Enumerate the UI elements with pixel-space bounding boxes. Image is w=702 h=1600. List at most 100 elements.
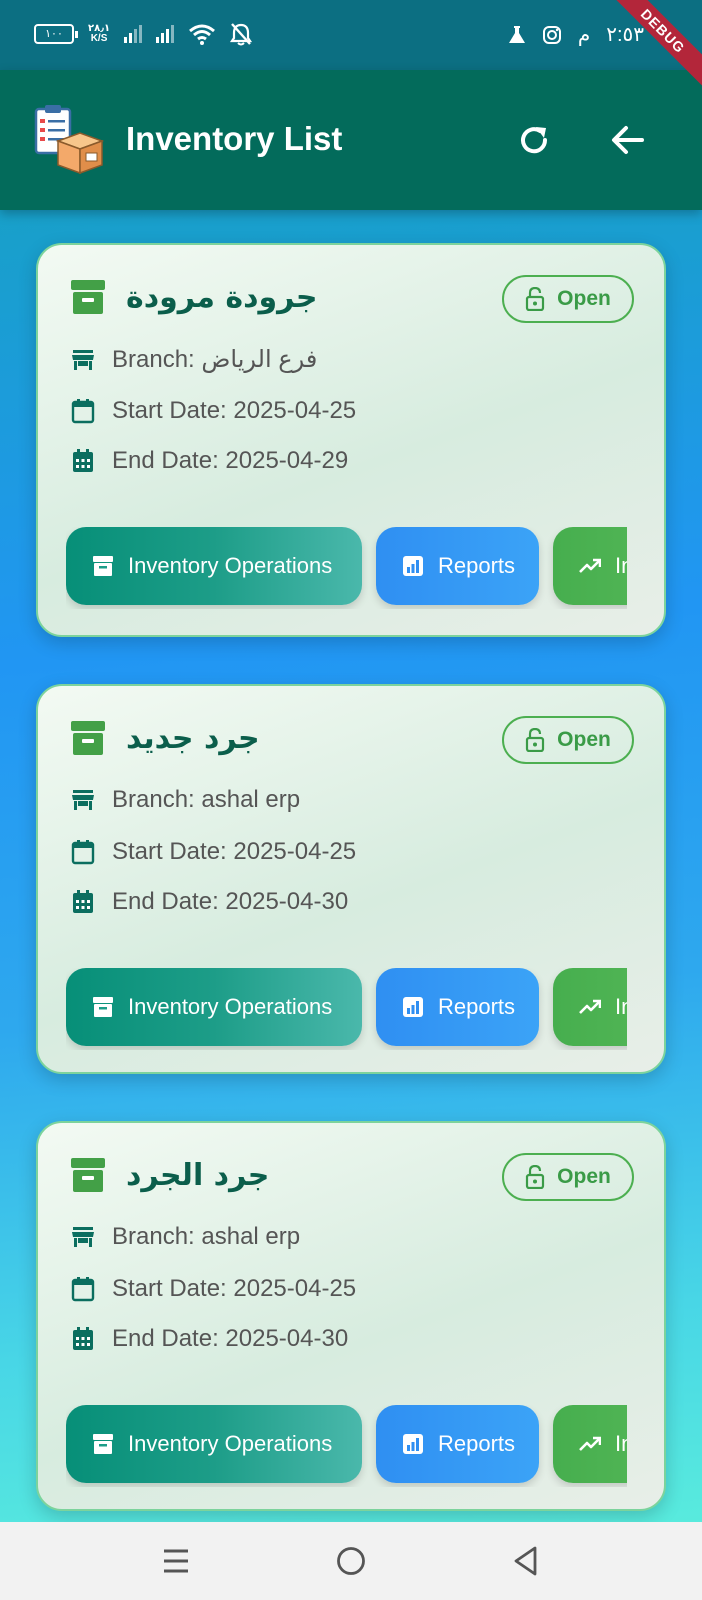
end-date-row: End Date: 2025-04-29 [70, 447, 348, 475]
archive-icon [93, 997, 113, 1017]
store-icon [72, 1227, 94, 1247]
increase-label: Inc [615, 1431, 627, 1456]
trending-up-icon [579, 999, 601, 1014]
archive-icon [71, 280, 105, 314]
back-button[interactable] [600, 112, 656, 168]
branch-text: Branch: ashal erp [112, 786, 301, 813]
bar-chart-icon [403, 1434, 423, 1454]
inventory-logo-icon [34, 105, 105, 175]
home-button[interactable] [331, 1542, 371, 1580]
clock-suffix: م [577, 24, 591, 46]
home-circle-icon [337, 1547, 365, 1575]
inventory-operations-button[interactable]: Inventory Operations [66, 1405, 362, 1483]
end-date-row: End Date: 2025-04-30 [70, 1325, 348, 1353]
inventory-card[interactable]: جرد جديد Open Branch: ashal erp Start Da… [36, 684, 666, 1074]
lock-open-icon [526, 1165, 545, 1189]
refresh-icon [521, 127, 548, 154]
branch-text: Branch: فرع الرياض [112, 346, 318, 373]
app-bar: Inventory List [0, 70, 702, 210]
inventory-name: جرودة مرودة [126, 279, 318, 315]
net-speed-unit: K/S [90, 33, 108, 44]
start-date-text: Start Date: 2025-04-25 [112, 1275, 357, 1302]
reports-button[interactable]: Reports [376, 1405, 539, 1483]
calendar-grid-icon [73, 890, 93, 913]
increase-button[interactable]: Inc [553, 1405, 627, 1483]
end-date-text: End Date: 2025-04-30 [112, 1325, 349, 1352]
archive-icon [71, 721, 105, 755]
arrow-back-icon [612, 126, 644, 154]
actions-scroller[interactable]: Inventory Operations Reports Inc [66, 527, 627, 609]
inventory-name: جرد الجرد [126, 1157, 270, 1193]
actions-scroller[interactable]: Inventory Operations Reports Inc [66, 1405, 627, 1487]
bar-chart-icon [403, 997, 423, 1017]
start-date-row: Start Date: 2025-04-25 [70, 1275, 356, 1303]
calendar-icon [71, 1277, 95, 1302]
end-date-row: End Date: 2025-04-30 [70, 888, 348, 916]
system-nav-bar [0, 1522, 702, 1600]
status-badge: Open [502, 1153, 634, 1201]
status-badge: Open [502, 716, 634, 764]
flask-icon [508, 25, 525, 43]
inventory-operations-button[interactable]: Inventory Operations [66, 968, 362, 1046]
signal-icon [156, 25, 175, 43]
store-icon [72, 349, 94, 370]
store-icon [72, 790, 94, 810]
increase-label: Inc [615, 553, 627, 578]
trending-up-icon [579, 558, 601, 573]
inventory-operations-button[interactable]: Inventory Operations [66, 527, 362, 605]
reports-label: Reports [438, 1431, 516, 1456]
reports-button[interactable]: Reports [376, 968, 539, 1046]
inventory-card[interactable]: جرد الجرد Open Branch: ashal erp Start D… [36, 1121, 666, 1511]
trending-up-icon [579, 1436, 601, 1451]
start-date-row: Start Date: 2025-04-25 [70, 397, 356, 425]
wifi-icon [189, 24, 216, 45]
bell-off-icon [230, 23, 253, 46]
back-triangle-icon [514, 1546, 537, 1576]
increase-button[interactable]: Inc [553, 968, 627, 1046]
archive-icon [93, 1434, 113, 1454]
lock-open-icon [526, 287, 545, 311]
status-bar: ١٠٠ ٢٨٫١ K/S م ٢:٥٣ [0, 0, 702, 70]
start-date-text: Start Date: 2025-04-25 [112, 397, 357, 424]
start-date-text: Start Date: 2025-04-25 [112, 838, 357, 865]
calendar-grid-icon [73, 449, 93, 472]
reports-button[interactable]: Reports [376, 527, 539, 605]
reports-label: Reports [438, 994, 516, 1019]
lock-open-icon [526, 728, 545, 752]
refresh-button[interactable] [506, 112, 562, 168]
page-title: Inventory List [126, 120, 343, 157]
actions-scroller[interactable]: Inventory Operations Reports Inc [66, 968, 627, 1050]
battery-level: ١٠٠ [45, 28, 63, 40]
increase-label: Inc [615, 994, 627, 1019]
branch-row: Branch: ashal erp [70, 1223, 300, 1251]
branch-text: Branch: ashal erp [112, 1223, 301, 1250]
system-back-button[interactable] [506, 1542, 546, 1580]
status-label: Open [557, 287, 611, 310]
inventory-name: جرد جديد [126, 720, 260, 756]
archive-icon [93, 556, 113, 576]
clock: ٢:٥٣ [606, 24, 644, 46]
inventory-operations-label: Inventory Operations [128, 553, 333, 578]
inventory-card[interactable]: جرودة مرودة Open Branch: فرع الرياض Star… [36, 243, 666, 637]
calendar-icon [71, 399, 95, 424]
branch-row: Branch: ashal erp [70, 786, 300, 814]
start-date-row: Start Date: 2025-04-25 [70, 838, 356, 866]
bar-chart-icon [403, 556, 423, 576]
branch-row: Branch: فرع الرياض [70, 345, 317, 374]
recent-apps-button[interactable] [156, 1542, 196, 1580]
status-label: Open [557, 728, 611, 751]
end-date-text: End Date: 2025-04-29 [112, 447, 349, 474]
instagram-icon [542, 25, 561, 44]
calendar-grid-icon [73, 1327, 93, 1350]
inventory-operations-label: Inventory Operations [128, 994, 333, 1019]
archive-icon [71, 1158, 105, 1192]
status-badge: Open [502, 275, 634, 323]
increase-button[interactable]: Inc [553, 527, 627, 605]
battery-icon: ١٠٠ [34, 24, 78, 44]
net-speed: ٢٨٫١ K/S [88, 24, 110, 44]
menu-icon [164, 1549, 188, 1573]
inventory-operations-label: Inventory Operations [128, 1431, 333, 1456]
status-label: Open [557, 1165, 611, 1188]
end-date-text: End Date: 2025-04-30 [112, 888, 349, 915]
calendar-icon [71, 840, 95, 865]
